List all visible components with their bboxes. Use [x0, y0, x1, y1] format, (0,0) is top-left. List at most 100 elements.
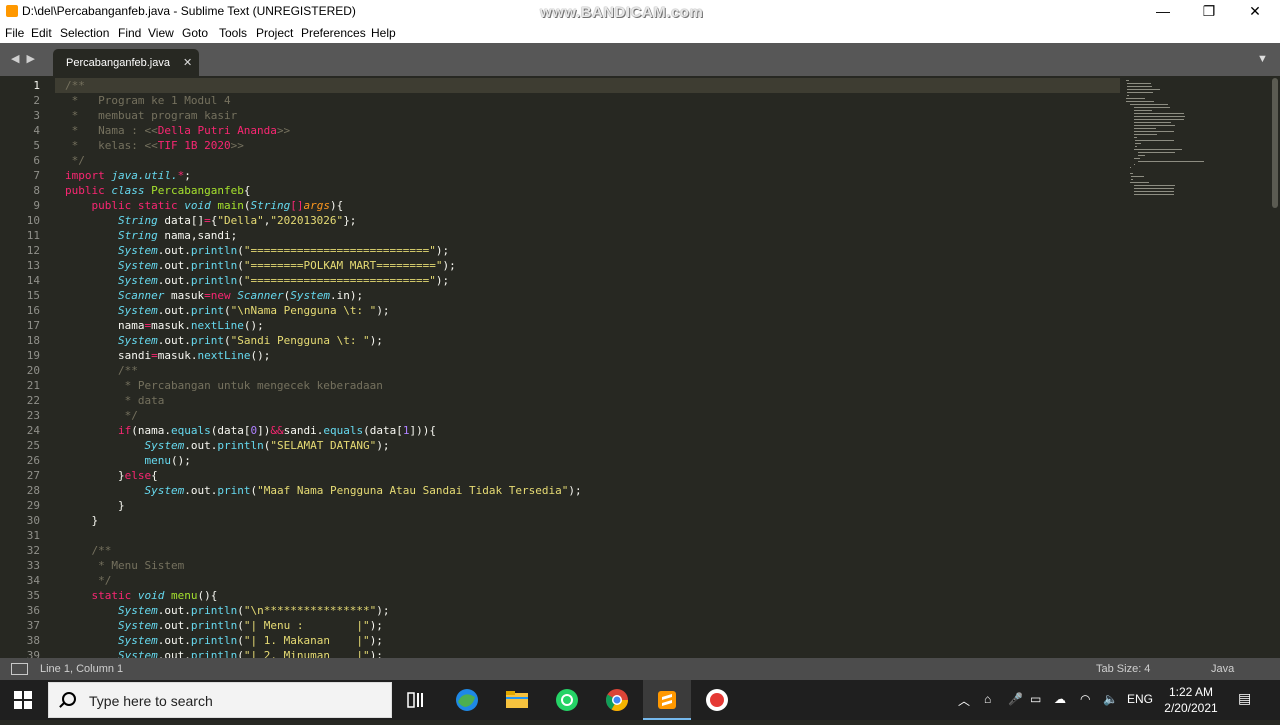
- code-line[interactable]: */: [65, 573, 1115, 588]
- code-line[interactable]: * Program ke 1 Modul 4: [65, 93, 1115, 108]
- battery-icon[interactable]: ▭: [1030, 692, 1041, 706]
- cloud-sync-icon[interactable]: ☁: [1054, 692, 1066, 706]
- tab-nav-arrows-icon[interactable]: ◀ ▶: [11, 52, 37, 65]
- tab-size-indicator[interactable]: Tab Size: 4: [1096, 663, 1150, 675]
- syntax-indicator[interactable]: Java: [1211, 663, 1234, 675]
- code-line[interactable]: }else{: [65, 468, 1115, 483]
- code-line[interactable]: System.out.print("Maaf Nama Pengguna Ata…: [65, 483, 1115, 498]
- code-line[interactable]: sandi=masuk.nextLine();: [65, 348, 1115, 363]
- tab-list-dropdown-icon[interactable]: ▼: [1257, 53, 1268, 65]
- code-token: .out.: [157, 634, 191, 647]
- code-line[interactable]: * kelas: <<TIF 1B 2020>>: [65, 138, 1115, 153]
- scrollbar-thumb[interactable]: [1272, 78, 1278, 208]
- code-line[interactable]: System.out.println("====================…: [65, 273, 1115, 288]
- code-line[interactable]: * membuat program kasir: [65, 108, 1115, 123]
- code-line[interactable]: System.out.println("SELAMAT DATANG");: [65, 438, 1115, 453]
- menu-selection[interactable]: Selection: [60, 26, 109, 40]
- code-line[interactable]: if(nama.equals(data[0])&&sandi.equals(da…: [65, 423, 1115, 438]
- code-line[interactable]: /**: [65, 363, 1115, 378]
- code-area[interactable]: /** * Program ke 1 Modul 4 * membuat pro…: [65, 78, 1115, 658]
- input-language-indicator[interactable]: ENG: [1127, 692, 1153, 706]
- code-line[interactable]: static void menu(){: [65, 588, 1115, 603]
- microphone-icon[interactable]: 🎤: [1008, 692, 1023, 706]
- show-hidden-icons-chevron-icon[interactable]: ︿: [958, 692, 970, 709]
- code-token: equals: [323, 424, 364, 437]
- menu-find[interactable]: Find: [118, 26, 141, 40]
- code-line[interactable]: System.out.print("Sandi Pengguna \t: ");: [65, 333, 1115, 348]
- code-token: .out.: [157, 244, 191, 257]
- bandicam-record-icon[interactable]: [693, 680, 741, 720]
- taskbar-search-box[interactable]: Type here to search: [48, 682, 392, 718]
- network-device-icon[interactable]: ⌂: [984, 692, 991, 706]
- code-line[interactable]: * data: [65, 393, 1115, 408]
- code-line[interactable]: System.out.println("| Menu : |");: [65, 618, 1115, 633]
- code-line[interactable]: System.out.println("| 2. Minuman |");: [65, 648, 1115, 658]
- menu-project[interactable]: Project: [256, 26, 293, 40]
- code-line[interactable]: nama=masuk.nextLine();: [65, 318, 1115, 333]
- code-line[interactable]: System.out.println("| 1. Makanan |");: [65, 633, 1115, 648]
- chrome-icon[interactable]: [593, 680, 641, 720]
- task-view-icon[interactable]: [392, 680, 440, 720]
- code-line[interactable]: */: [65, 153, 1115, 168]
- code-line[interactable]: System.out.print("\nNama Pengguna \t: ")…: [65, 303, 1115, 318]
- menu-edit[interactable]: Edit: [31, 26, 52, 40]
- menu-tools[interactable]: Tools: [219, 26, 247, 40]
- vertical-scrollbar[interactable]: [1270, 76, 1280, 658]
- menu-help[interactable]: Help: [371, 26, 396, 40]
- code-line[interactable]: System.out.println("========POLKAM MART=…: [65, 258, 1115, 273]
- line-number: 32: [26, 544, 40, 557]
- code-line[interactable]: public class Percabanganfeb{: [65, 183, 1115, 198]
- menu-file[interactable]: File: [5, 26, 24, 40]
- code-line[interactable]: Scanner masuk=new Scanner(System.in);: [65, 288, 1115, 303]
- code-line[interactable]: System.out.println("====================…: [65, 243, 1115, 258]
- code-token: System: [117, 334, 158, 347]
- close-window-button[interactable]: ✕: [1232, 0, 1278, 23]
- code-editor[interactable]: 1 2 3 4 5 6 7 8 9 10 11 12 13 14 15 16 17 18 19 20 21 22 23 24 2…: [0, 76, 1280, 658]
- menu-goto[interactable]: Goto: [182, 26, 208, 40]
- code-line[interactable]: }: [65, 513, 1115, 528]
- code-line[interactable]: * Percabangan untuk mengecek keberadaan: [65, 378, 1115, 393]
- code-token: /**: [65, 79, 85, 92]
- code-line[interactable]: [65, 528, 1115, 543]
- code-line[interactable]: */: [65, 408, 1115, 423]
- code-line[interactable]: }: [65, 498, 1115, 513]
- code-token: */: [65, 154, 85, 167]
- minimap-line: [1138, 161, 1204, 162]
- code-line[interactable]: /**: [65, 543, 1115, 558]
- wifi-icon[interactable]: ◠: [1080, 692, 1090, 706]
- code-line[interactable]: menu();: [65, 453, 1115, 468]
- tab-close-icon[interactable]: ✕: [183, 56, 192, 69]
- minimize-button[interactable]: —: [1140, 0, 1186, 23]
- maximize-button[interactable]: ❐: [1186, 0, 1232, 23]
- line-number: 3: [33, 109, 40, 122]
- windows-start-icon[interactable]: [14, 691, 32, 709]
- code-token: "| 1. Makanan |": [243, 634, 370, 647]
- code-token: "| Menu : |": [243, 619, 370, 632]
- sublime-text-taskbar-icon[interactable]: [643, 680, 691, 720]
- menu-view[interactable]: View: [148, 26, 174, 40]
- code-line[interactable]: String data[]={"Della","202013026"};: [65, 213, 1115, 228]
- code-token: (){: [197, 589, 218, 602]
- code-line[interactable]: * Nama : <<Della Putri Ananda>>: [65, 123, 1115, 138]
- code-line[interactable]: System.out.println("\n****************")…: [65, 603, 1115, 618]
- code-line[interactable]: import java.util.*;: [65, 168, 1115, 183]
- code-line[interactable]: /**: [65, 78, 1115, 93]
- notification-center-icon[interactable]: ▤: [1238, 690, 1251, 707]
- minimap-line: [1134, 149, 1182, 150]
- code-line[interactable]: * Menu Sistem: [65, 558, 1115, 573]
- edge-browser-icon[interactable]: [443, 680, 491, 720]
- tab-percabanganfeb[interactable]: Percabanganfeb.java ✕: [53, 49, 199, 76]
- file-explorer-icon[interactable]: [493, 680, 541, 720]
- volume-icon[interactable]: 🔈: [1103, 692, 1118, 706]
- console-panel-icon[interactable]: [11, 663, 28, 675]
- system-clock[interactable]: 1:22 AM 2/20/2021: [1156, 684, 1226, 716]
- line-number: 20: [26, 364, 40, 377]
- whatsapp-icon[interactable]: [543, 680, 591, 720]
- code-token: "===========================": [243, 244, 436, 257]
- minimap[interactable]: [1122, 76, 1270, 658]
- code-line[interactable]: public static void main(String[]args){: [65, 198, 1115, 213]
- code-token: println: [190, 259, 238, 272]
- code-line[interactable]: String nama,sandi;: [65, 228, 1115, 243]
- menu-preferences[interactable]: Preferences: [301, 26, 366, 40]
